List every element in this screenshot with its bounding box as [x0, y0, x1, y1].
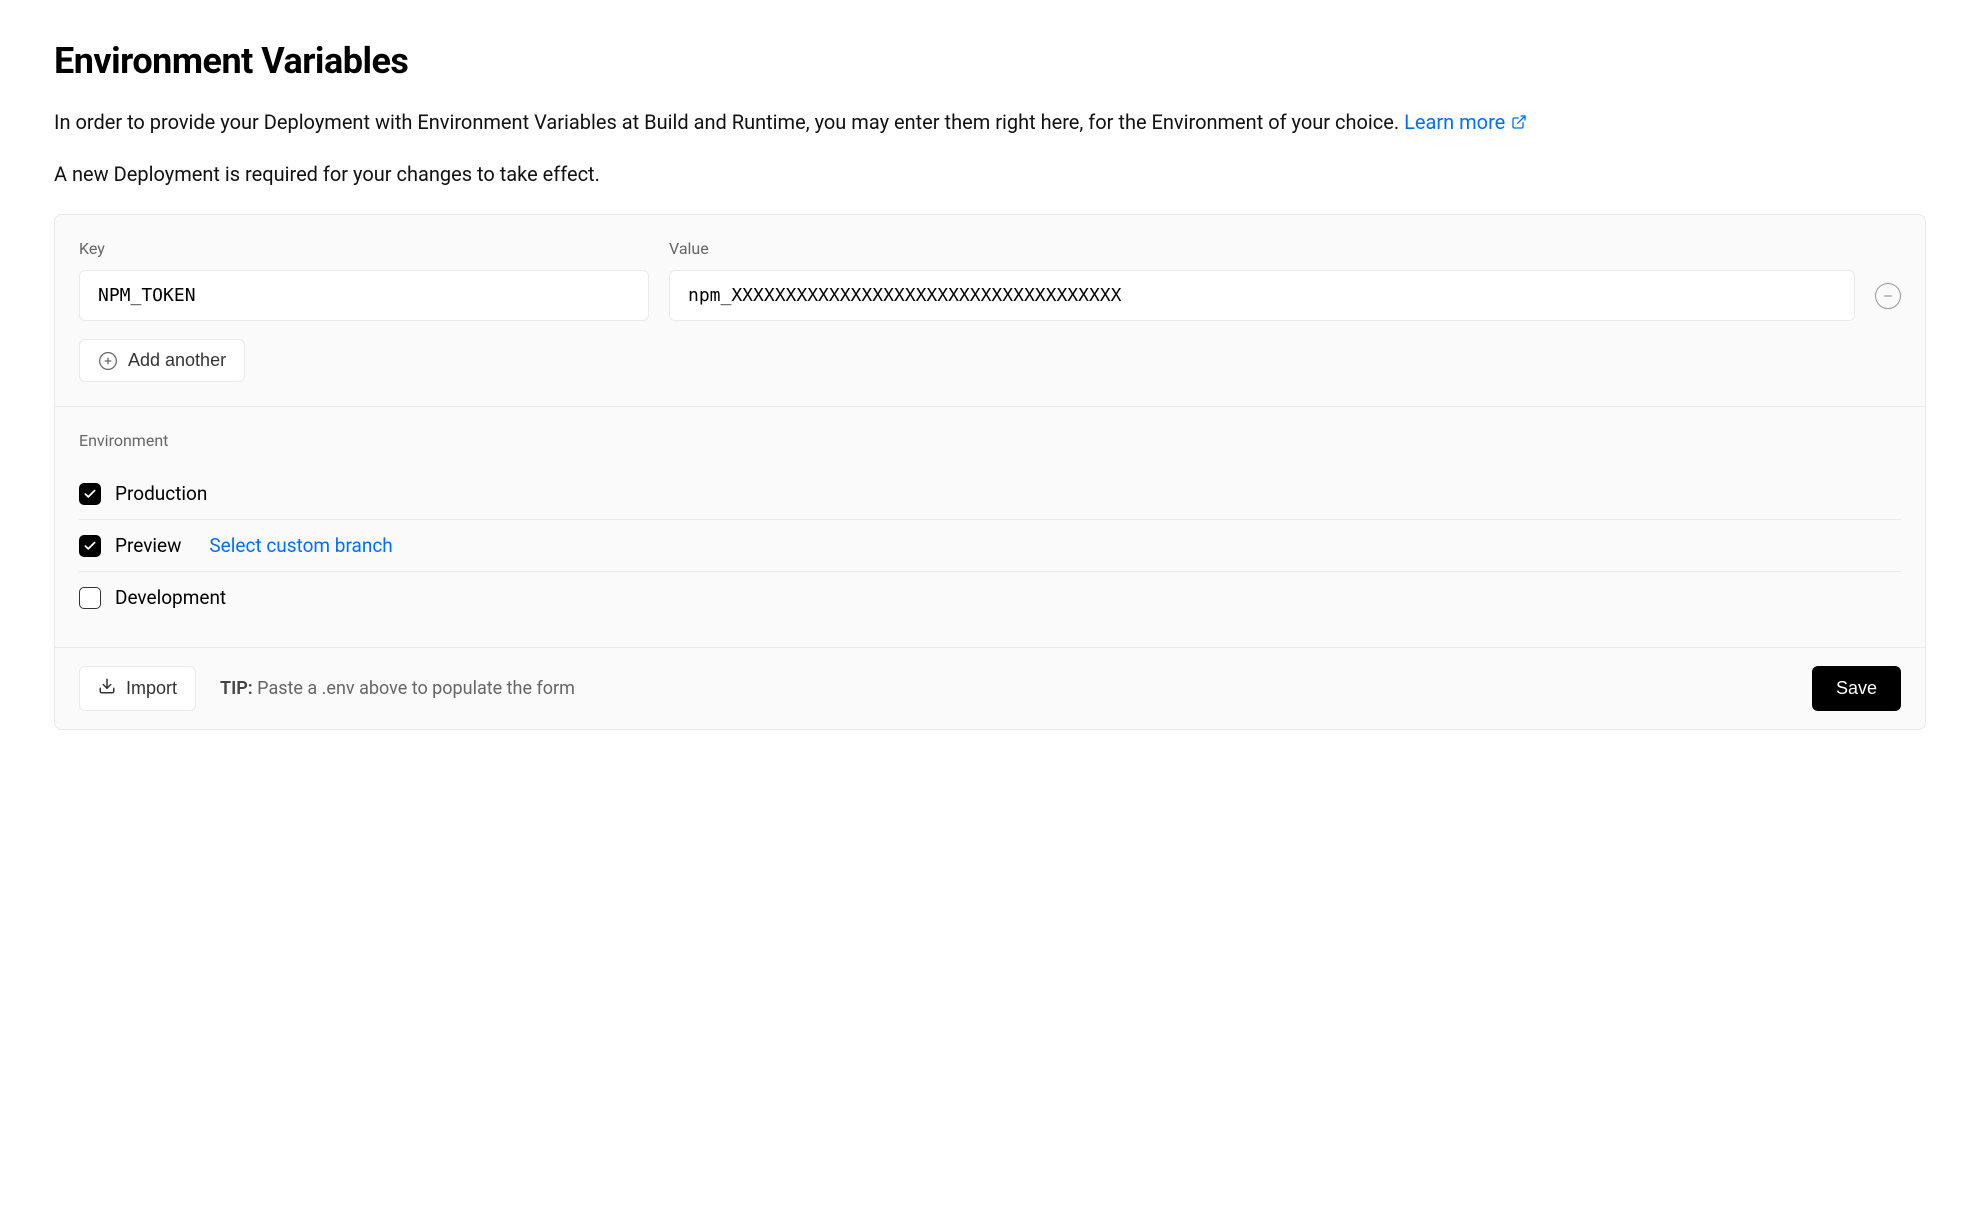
- checkbox-production[interactable]: [79, 483, 101, 505]
- add-another-button[interactable]: Add another: [79, 339, 245, 382]
- footer-left: Import TIP: Paste a .env above to popula…: [79, 666, 575, 711]
- value-label: Value: [669, 239, 1901, 258]
- panel-footer: Import TIP: Paste a .env above to popula…: [55, 647, 1925, 729]
- remove-row-button[interactable]: [1875, 283, 1901, 309]
- learn-more-link[interactable]: Learn more: [1404, 106, 1527, 138]
- environment-section: Environment Production Preview Select cu…: [55, 406, 1925, 647]
- description-text: In order to provide your Deployment with…: [54, 106, 1926, 138]
- variable-row: [79, 270, 1901, 321]
- page-title: Environment Variables: [54, 40, 1926, 82]
- import-button[interactable]: Import: [79, 666, 196, 711]
- env-row-preview: Preview Select custom branch: [79, 520, 1901, 572]
- env-row-development: Development: [79, 572, 1901, 623]
- external-link-icon: [1511, 114, 1527, 130]
- deployment-note: A new Deployment is required for your ch…: [54, 162, 1926, 186]
- key-label: Key: [79, 239, 649, 258]
- variables-section: Key Value Add another: [55, 215, 1925, 406]
- description-body: In order to provide your Deployment with…: [54, 110, 1404, 134]
- checkbox-development[interactable]: [79, 587, 101, 609]
- env-variables-panel: Key Value Add another Enviro: [54, 214, 1926, 730]
- environment-heading: Environment: [79, 431, 1901, 450]
- label-production: Production: [115, 482, 207, 505]
- tip-body: Paste a .env above to populate the form: [253, 678, 575, 699]
- plus-circle-icon: [98, 351, 118, 371]
- label-preview: Preview: [115, 534, 181, 557]
- select-custom-branch-link[interactable]: Select custom branch: [209, 534, 392, 557]
- env-row-production: Production: [79, 468, 1901, 520]
- minus-circle-icon: [1881, 289, 1895, 303]
- label-development: Development: [115, 586, 226, 609]
- import-label: Import: [126, 678, 177, 699]
- save-button[interactable]: Save: [1812, 666, 1901, 711]
- check-icon: [83, 487, 97, 501]
- key-input[interactable]: [79, 270, 649, 321]
- learn-more-text: Learn more: [1404, 106, 1505, 138]
- value-input[interactable]: [669, 270, 1855, 321]
- tip-label: TIP:: [220, 678, 253, 699]
- add-another-label: Add another: [128, 350, 226, 371]
- download-icon: [98, 677, 116, 700]
- check-icon: [83, 539, 97, 553]
- checkbox-preview[interactable]: [79, 535, 101, 557]
- tip-text: TIP: Paste a .env above to populate the …: [220, 678, 575, 699]
